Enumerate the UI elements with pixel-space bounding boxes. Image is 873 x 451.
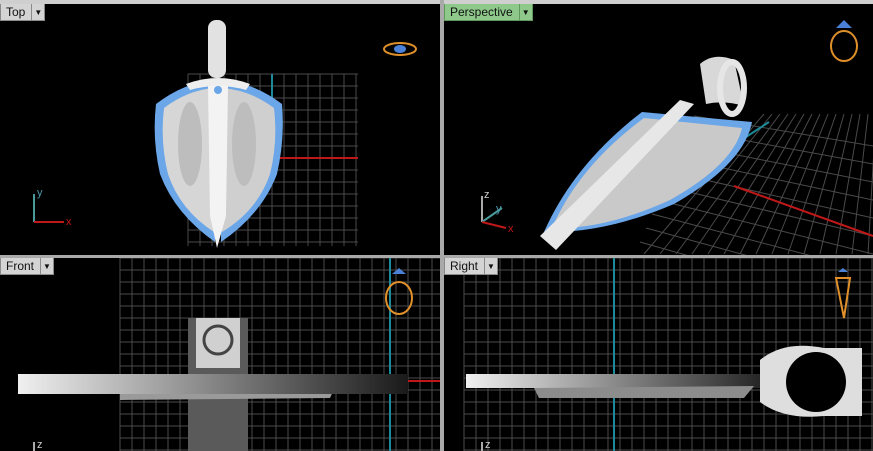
viewport-divider-vertical[interactable] [440, 0, 444, 451]
axis-label-z: z [484, 189, 490, 201]
viewport-divider-horizontal[interactable] [0, 255, 873, 258]
dropdown-arrow-icon[interactable]: ▼ [485, 258, 499, 275]
viewport-name[interactable]: Perspective [444, 4, 520, 21]
viewport-name[interactable]: Right [444, 258, 486, 275]
axis-label-z: z [37, 439, 43, 451]
figure-right [232, 102, 256, 186]
viewport-right[interactable]: Right ▼ z [444, 258, 873, 451]
axis-label-y: y [496, 203, 502, 215]
viewport-front[interactable]: Front ▼ z [0, 258, 440, 451]
bail-hole [786, 352, 846, 412]
viewport-top[interactable]: Top ▼ y x [0, 4, 440, 255]
sword-gem [214, 86, 222, 94]
top-scene: y x [33, 20, 417, 248]
axis-label-y: y [37, 187, 43, 199]
axis-label-z: z [485, 439, 491, 451]
viewport-front-label[interactable]: Front ▼ [0, 258, 55, 275]
pendant-body [18, 374, 408, 394]
front-scene: z [18, 258, 440, 451]
figure-left [178, 102, 202, 186]
viewcube-ring-icon[interactable] [830, 20, 858, 62]
viewcube-ring-icon[interactable] [383, 42, 417, 56]
viewport-name[interactable]: Top [0, 4, 33, 21]
viewport-name[interactable]: Front [0, 258, 42, 275]
axis-label-x: x [66, 216, 72, 228]
construction-grid [119, 258, 440, 451]
axis-label-x: x [508, 223, 514, 235]
viewport-top-label[interactable]: Top ▼ [0, 4, 46, 21]
dropdown-arrow-icon[interactable]: ▼ [519, 4, 533, 21]
viewport-perspective-label[interactable]: Perspective ▼ [444, 4, 533, 21]
dropdown-arrow-icon[interactable]: ▼ [32, 4, 46, 21]
sword-handle [208, 20, 226, 78]
right-scene: z [463, 258, 873, 451]
viewport-perspective[interactable]: Perspective ▼ z y x [444, 4, 873, 255]
x-axis-line [733, 185, 873, 237]
dropdown-arrow-icon[interactable]: ▼ [41, 258, 55, 275]
perspective-scene: z y x [481, 20, 873, 255]
relief-details [534, 386, 754, 398]
pendant-body [466, 374, 766, 388]
viewport-right-label[interactable]: Right ▼ [444, 258, 499, 275]
